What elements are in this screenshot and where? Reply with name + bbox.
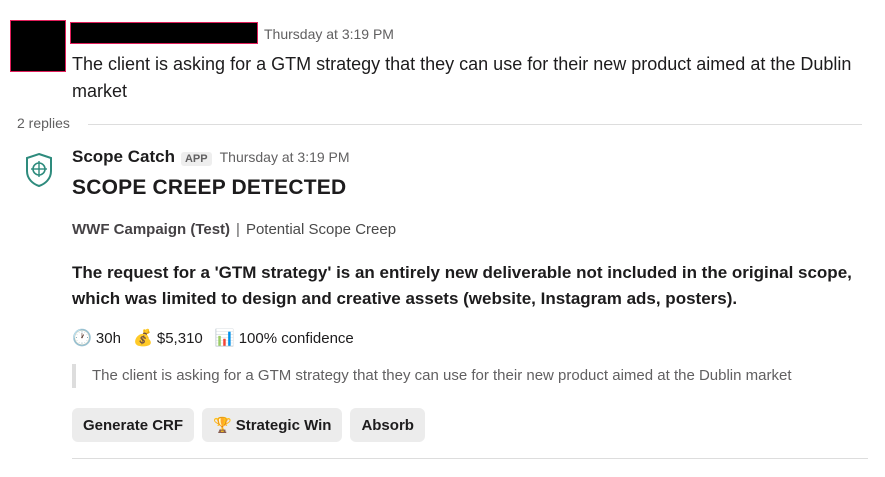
generate-crf-button[interactable]: Generate CRF (72, 408, 195, 442)
alert-reason: The request for a 'GTM strategy' is an e… (72, 263, 852, 308)
context-separator: | (236, 221, 240, 238)
trophy-icon: 🏆 (213, 417, 232, 434)
hours-metric: 🕐 30h (72, 328, 121, 348)
absorb-label: Absorb (361, 416, 414, 434)
hours-value: 30h (95, 329, 121, 347)
quoted-message: The client is asking for a GTM strategy … (72, 364, 792, 388)
cost-metric: 💰 $5,310 (133, 328, 203, 348)
message-text: The client is asking for a GTM strategy … (72, 54, 852, 101)
app-message-timestamp[interactable]: Thursday at 3:19 PM (220, 149, 350, 165)
confidence-value: 100% confidence (238, 329, 354, 347)
alert-context: WWF Campaign (Test) | Potential Scope Cree… (72, 221, 396, 238)
replies-count: 2 replies (17, 115, 70, 131)
project-name: WWF Campaign (Test) (72, 221, 231, 238)
cost-value: $5,310 (156, 329, 203, 347)
generate-crf-label: Generate CRF (83, 416, 184, 434)
confidence-metric: 📊 100% confidence (215, 328, 354, 348)
action-buttons: Generate CRF 🏆 Strategic Win Absorb (72, 408, 433, 442)
redacted-avatar[interactable] (10, 20, 66, 72)
scope-catch-logo-icon[interactable] (24, 152, 54, 188)
message-timestamp[interactable]: Thursday at 3:19 PM (264, 26, 394, 42)
alert-title: SCOPE CREEP DETECTED (72, 176, 347, 199)
redacted-sender-name[interactable] (70, 22, 258, 44)
bar-chart-icon: 📊 (214, 330, 235, 347)
app-name[interactable]: Scope Catch (72, 147, 175, 167)
message-divider (72, 458, 868, 459)
app-badge: APP (180, 152, 212, 166)
absorb-button[interactable]: Absorb (350, 408, 425, 442)
strategic-win-button[interactable]: 🏆 Strategic Win (202, 408, 343, 442)
app-message-header: Scope Catch APP Thursday at 3:19 PM (72, 147, 350, 167)
money-bag-icon: 💰 (132, 330, 153, 347)
strategic-win-label: Strategic Win (235, 416, 332, 434)
alert-metrics: 🕐 30h 💰 $5,310 📊 100% confidence (72, 328, 366, 348)
replies-divider (88, 124, 862, 125)
alert-status: Potential Scope Creep (245, 221, 397, 238)
clock-icon: 🕐 (72, 330, 92, 347)
